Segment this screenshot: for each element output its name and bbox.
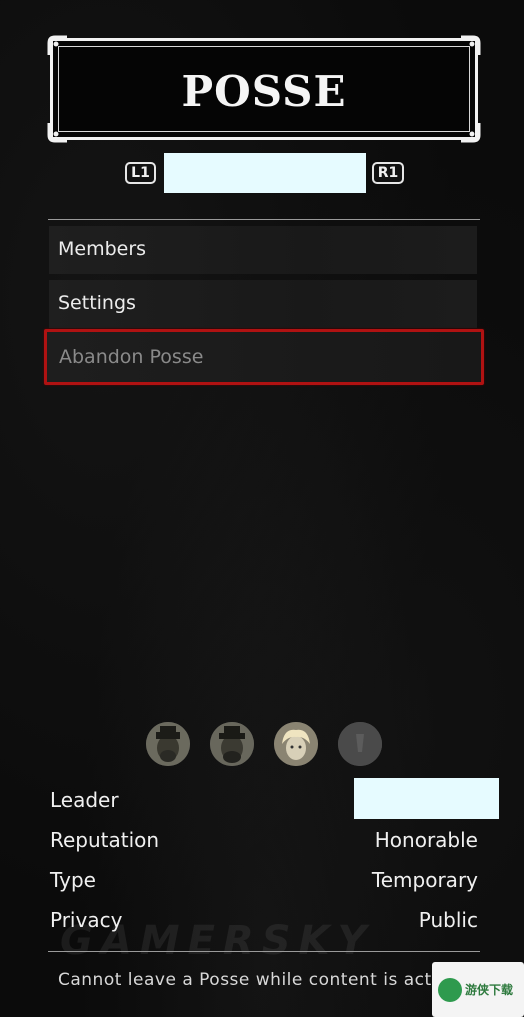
ornament-corner-icon (461, 123, 481, 143)
member-avatar[interactable] (274, 722, 318, 766)
l1-bumper-button[interactable]: L1 (125, 162, 156, 184)
watermark: GAMERSKY (60, 918, 375, 964)
logo-mark-icon (438, 978, 462, 1002)
leader-label: Leader (50, 788, 119, 812)
page-title: POSSE (181, 67, 347, 116)
r1-bumper-button[interactable]: R1 (372, 162, 404, 184)
menu-item-label: Members (58, 238, 147, 260)
member-avatar[interactable] (210, 722, 254, 766)
footer-divider (48, 951, 480, 952)
logo-text: 游侠下载 (465, 983, 514, 997)
header-divider (48, 219, 480, 220)
reputation-value: Honorable (374, 828, 478, 852)
member-portrait-icon (146, 722, 190, 766)
privacy-value: Public (418, 908, 478, 932)
menu-item-settings[interactable]: Settings (49, 280, 477, 328)
member-avatar[interactable] (146, 722, 190, 766)
reputation-row: Reputation Honorable (50, 828, 478, 854)
type-value: Temporary (371, 868, 478, 892)
title-banner: POSSE (47, 35, 481, 143)
type-label: Type (50, 868, 96, 892)
reputation-label: Reputation (50, 828, 160, 852)
member-portrait-icon (274, 722, 318, 766)
empty-slot-icon (338, 722, 382, 766)
ornament-corner-icon (461, 35, 481, 55)
menu-item-members[interactable]: Members (49, 226, 477, 274)
leader-name-redacted (354, 778, 499, 819)
status-message: Cannot leave a Posse while content is ac… (58, 970, 448, 990)
menu-item-label: Settings (58, 292, 136, 314)
posse-name-redacted (164, 153, 366, 193)
menu-item-label: Abandon Posse (59, 346, 204, 368)
type-row: Type Temporary (50, 868, 478, 894)
site-logo: 游侠下载 (432, 962, 524, 1017)
member-portrait-icon (210, 722, 254, 766)
ornament-corner-icon (47, 35, 67, 55)
ornament-corner-icon (47, 123, 67, 143)
menu-item-abandon-posse[interactable]: Abandon Posse (44, 329, 484, 385)
empty-member-slot (338, 722, 382, 766)
